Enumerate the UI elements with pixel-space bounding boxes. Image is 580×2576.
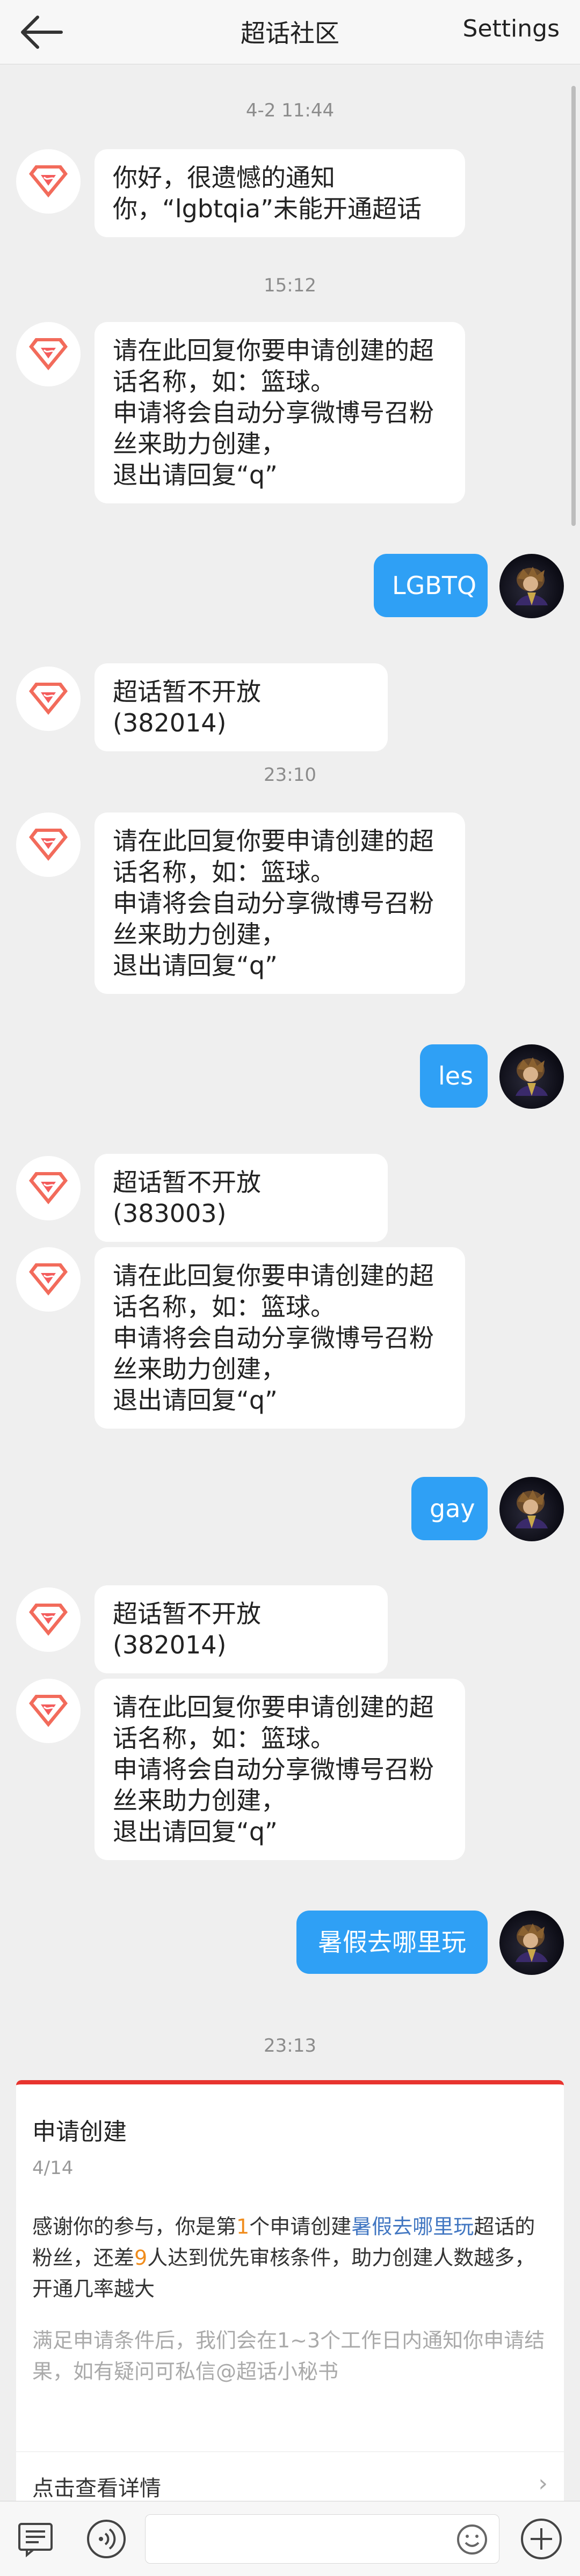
system-avatar[interactable]	[16, 322, 81, 386]
timestamp: 15:12	[264, 275, 316, 296]
user-message: les	[420, 1044, 488, 1108]
system-message: 超话暂不开放(382014)	[95, 663, 388, 751]
system-avatar[interactable]	[16, 1247, 81, 1312]
keyboard-menu-button[interactable]	[16, 2520, 55, 2558]
superchat-logo-icon	[29, 829, 68, 861]
system-avatar[interactable]	[16, 667, 81, 731]
settings-button[interactable]: Settings	[463, 15, 560, 42]
emoji-button[interactable]	[454, 2521, 490, 2558]
card-body-text: 个申请创建	[249, 2215, 352, 2238]
user-avatar[interactable]	[499, 1911, 564, 1975]
system-avatar[interactable]	[16, 1587, 81, 1652]
user-message: LGBTQ	[374, 554, 488, 617]
superchat-logo-icon	[29, 165, 68, 197]
add-button[interactable]	[519, 2516, 564, 2562]
user-avatar-image	[516, 1490, 548, 1528]
system-message: 请在此回复你要申请创建的超话名称，如：篮球。 申请将会自动分享微博号召粉丝来助力…	[95, 813, 465, 994]
user-message: 暑假去哪里玩	[296, 1911, 488, 1974]
chevron-right-icon[interactable]: ›	[538, 2470, 548, 2497]
user-avatar[interactable]	[499, 554, 564, 618]
user-message: gay	[411, 1477, 488, 1540]
system-avatar[interactable]	[16, 149, 81, 214]
message-input[interactable]	[145, 2514, 499, 2564]
card-body: 感谢你的参与，你是第1个申请创建暑假去哪里玩超话的粉丝，还差9人达到优先审核条件…	[32, 2211, 548, 2304]
bottom-input-bar	[0, 2501, 580, 2576]
system-message: 超话暂不开放(382014)	[95, 1585, 388, 1673]
timestamp: 23:13	[264, 2035, 316, 2057]
user-avatar[interactable]	[499, 1477, 564, 1541]
timestamp: 4-2 11:44	[245, 100, 335, 121]
system-message: 请在此回复你要申请创建的超话名称，如：篮球。 申请将会自动分享微博号召粉丝来助力…	[95, 322, 465, 503]
top-bar: 超话社区 Settings	[0, 0, 580, 64]
superchat-logo-icon	[29, 1695, 68, 1727]
system-avatar[interactable]	[16, 813, 81, 877]
plus-circle-icon	[521, 2519, 562, 2559]
remaining-count: 9	[134, 2246, 148, 2270]
superchat-logo-icon	[29, 1604, 68, 1636]
system-message: 请在此回复你要申请创建的超话名称，如：篮球。 申请将会自动分享微博号召粉丝来助力…	[95, 1679, 465, 1860]
card-date: 4/14	[32, 2157, 74, 2179]
voice-button[interactable]	[85, 2518, 128, 2560]
user-avatar-image	[516, 1057, 548, 1096]
emoji-icon	[457, 2524, 487, 2555]
superchat-logo-icon	[29, 338, 68, 370]
timestamp: 23:10	[264, 764, 316, 786]
divider	[16, 2451, 564, 2452]
card-body-text: 感谢你的参与，你是第	[32, 2215, 237, 2238]
chat-thread: 4-2 11:44 你好，很遗憾的通知你，“lgbtqia”未能开通超话 15:…	[0, 64, 580, 2509]
user-avatar-image	[516, 567, 548, 605]
system-message: 请在此回复你要申请创建的超话名称，如：篮球。 申请将会自动分享微博号召粉丝来助力…	[95, 1247, 465, 1429]
superchat-logo-icon	[29, 1172, 68, 1204]
user-avatar[interactable]	[499, 1044, 564, 1109]
scrollbar-thumb[interactable]	[571, 86, 576, 526]
view-details-link[interactable]: 点击查看详情	[32, 2471, 161, 2502]
application-card[interactable]: 申请创建 4/14 感谢你的参与，你是第1个申请创建暑假去哪里玩超话的粉丝，还差…	[16, 2080, 564, 2509]
user-avatar-image	[516, 1923, 548, 1962]
system-message: 超话暂不开放(383003)	[95, 1154, 388, 1242]
system-avatar[interactable]	[16, 1156, 81, 1220]
voice-icon	[87, 2520, 126, 2558]
card-note: 满足申请条件后，我们会在1~3个工作日内通知你申请结果，如有疑问可私信@超话小秘…	[32, 2329, 545, 2383]
superchat-logo-icon	[29, 683, 68, 715]
superchat-logo-icon	[29, 1263, 68, 1296]
applicant-rank: 1	[236, 2215, 250, 2238]
system-message: 你好，很遗憾的通知你，“lgbtqia”未能开通超话	[95, 149, 465, 237]
card-title: 申请创建	[32, 2118, 127, 2146]
system-avatar[interactable]	[16, 1679, 81, 1743]
keyboard-menu-icon	[18, 2523, 53, 2558]
topic-link[interactable]: 暑假去哪里玩	[351, 2215, 474, 2238]
